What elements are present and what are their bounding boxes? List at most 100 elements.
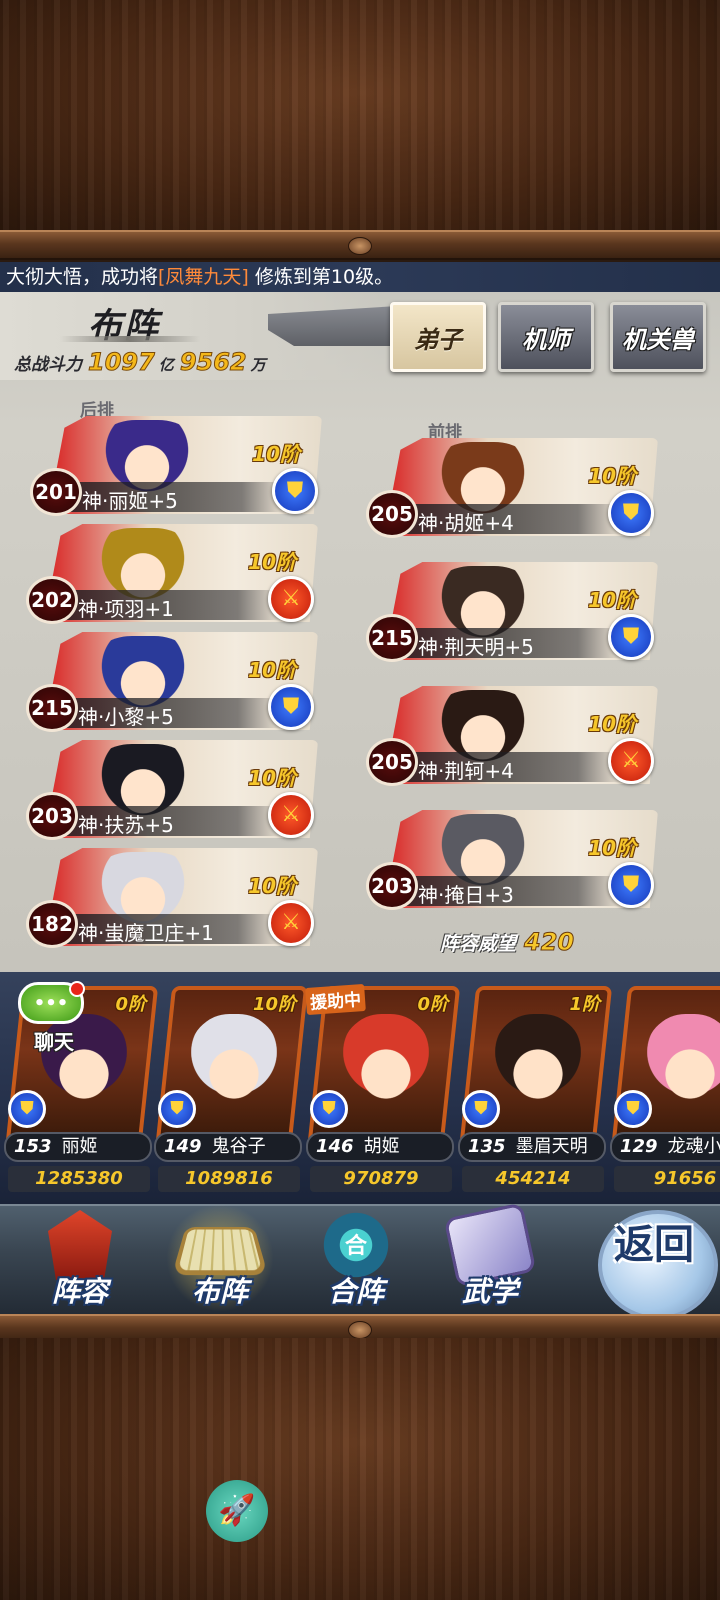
- card-name: 神·蚩魔卫庄+1: [78, 921, 214, 945]
- card-level-badge: 182: [26, 900, 78, 948]
- hero-level: 146: [316, 1136, 354, 1157]
- return-label: 返回: [614, 1222, 694, 1268]
- lineup-prestige: 阵容威望 420: [440, 928, 575, 957]
- hero-portrait: [340, 1014, 432, 1114]
- tab-mechanic[interactable]: 机师: [498, 302, 594, 372]
- card-name: 神·丽姬+5: [82, 489, 178, 513]
- hero-power: 1089816: [158, 1166, 300, 1192]
- nav-martial-arts-button[interactable]: 武学: [430, 1202, 550, 1314]
- card-level-badge: 215: [26, 684, 78, 732]
- hero-level: 153: [14, 1136, 52, 1157]
- total-power-wan: 9562: [179, 348, 247, 377]
- title-underline: [60, 336, 200, 342]
- card-stage: 10阶: [588, 836, 636, 860]
- shield-icon: ⛊: [158, 1090, 196, 1128]
- tab-disciple[interactable]: 弟子: [390, 302, 486, 372]
- chat-label: 聊天: [34, 1030, 74, 1054]
- formation-card-front-4[interactable]: 10阶 神·掩日+3 203 ⛊: [366, 810, 658, 910]
- hero-stage: 10阶: [252, 994, 296, 1015]
- wood-frame-top: [0, 0, 720, 232]
- nav-lineup-button[interactable]: 阵容: [20, 1210, 140, 1314]
- card-level-badge: 205: [366, 738, 418, 786]
- shield-icon: ⛊: [462, 1090, 500, 1128]
- roster-hero-3[interactable]: 0阶 援助中 ⛊ 146 胡姬 970879: [305, 983, 461, 1196]
- shield-icon: ⛊: [268, 684, 314, 730]
- shield-icon: ⛊: [608, 490, 654, 536]
- rocket-icon[interactable]: 🚀: [206, 1480, 268, 1542]
- formation-card-front-3[interactable]: 10阶 神·荆轲+4 205 ⚔: [366, 686, 658, 786]
- formation-card-back-4[interactable]: 10阶 神·扶苏+5 203 ⚔: [26, 740, 318, 840]
- sword-icon: ⚔: [268, 792, 314, 838]
- card-stage: 10阶: [588, 464, 636, 488]
- ticker-prefix: 大彻大悟，成功将: [6, 266, 159, 288]
- nav-combine-button[interactable]: 合阵: [296, 1210, 416, 1314]
- hero-portrait: [492, 1014, 584, 1114]
- shield-icon: ⛊: [310, 1090, 348, 1128]
- assist-badge: 援助中: [305, 983, 366, 1016]
- formation-card-front-1[interactable]: 10阶 神·胡姬+4 205 ⛊: [366, 438, 658, 538]
- card-name: 神·荆天明+5: [418, 635, 534, 659]
- unit-wan: 万: [250, 356, 266, 374]
- card-stage: 10阶: [588, 588, 636, 612]
- hero-name: 墨眉天明: [515, 1136, 588, 1157]
- hero-name: 龙魂小: [667, 1136, 720, 1157]
- hero-portrait: [644, 1014, 720, 1114]
- ticker-suffix: 修炼到第10级。: [254, 266, 394, 288]
- roster-hero-5[interactable]: 1阶 ⛊ 129龙魂小 91656: [610, 986, 720, 1196]
- formation-card-back-3[interactable]: 10阶 神·小黎+5 215 ⛊: [26, 632, 318, 732]
- shield-icon: ⛊: [8, 1090, 46, 1128]
- roster-hero-2[interactable]: 10阶 ⛊ 149 鬼谷子 1089816: [154, 986, 309, 1196]
- announcement-ticker: 大彻大悟，成功将[凤舞九天] 修炼到第10级。: [0, 262, 720, 292]
- chat-bubble-icon: •••: [18, 981, 85, 1024]
- tab-mechanical-beast[interactable]: 机关兽: [610, 302, 706, 372]
- card-level-badge: 201: [30, 468, 82, 516]
- hero-info-bar: 153 丽姬: [4, 1132, 152, 1162]
- rail-knob: [348, 1321, 372, 1339]
- prestige-label: 阵容威望: [440, 933, 517, 955]
- notification-dot-icon: [69, 981, 85, 997]
- card-name: 神·项羽+1: [78, 597, 174, 621]
- nav-formation-button[interactable]: 布阵: [160, 1204, 280, 1314]
- hero-stage: 0阶: [115, 994, 146, 1015]
- hero-name: 胡姬: [363, 1136, 400, 1157]
- hero-portrait: [188, 1014, 280, 1114]
- hero-level: 149: [164, 1136, 202, 1157]
- hero-roster: 0阶 ⛊ 153 丽姬 1285380 10阶 ⛊ 149 鬼谷子 1089816 …: [0, 972, 720, 1204]
- hero-level: 129: [620, 1136, 658, 1157]
- hero-info-bar: 135 墨眉天明: [458, 1132, 606, 1162]
- hero-info-bar: 149 鬼谷子: [154, 1132, 302, 1162]
- return-button[interactable]: 返回: [584, 1210, 720, 1320]
- hero-name: 丽姬: [61, 1136, 98, 1157]
- card-level-badge: 202: [26, 576, 78, 624]
- chat-button[interactable]: ••• 聊天: [8, 981, 86, 1054]
- card-name: 神·小黎+5: [78, 705, 174, 729]
- card-name: 神·荆轲+4: [418, 759, 514, 783]
- wood-frame-bottom: [0, 1338, 720, 1600]
- card-stage: 10阶: [248, 550, 296, 574]
- formation-card-back-5[interactable]: 10阶 神·蚩魔卫庄+1 182 ⚔: [26, 848, 318, 948]
- sword-icon: ⚔: [268, 576, 314, 622]
- roster-hero-4[interactable]: 1阶 ⛊ 135 墨眉天明 454214: [458, 986, 613, 1196]
- card-stage: 10阶: [248, 658, 296, 682]
- rail-knob: [348, 237, 372, 255]
- chessboard-icon: [171, 1226, 269, 1276]
- nav-label: 合阵: [327, 1275, 384, 1308]
- formation-card-back-2[interactable]: 10阶 神·项羽+1 202 ⚔: [26, 524, 318, 624]
- chat-dots: •••: [33, 993, 69, 1014]
- card-name: 神·掩日+3: [418, 883, 514, 907]
- hero-power: 970879: [310, 1166, 452, 1192]
- nav-label: 布阵: [191, 1275, 248, 1308]
- hero-name: 鬼谷子: [211, 1136, 266, 1157]
- card-level-badge: 215: [366, 614, 418, 662]
- formation-card-back-1[interactable]: 10阶 神·丽姬+5 201 ⛊: [30, 416, 322, 516]
- card-stage: 10阶: [252, 442, 300, 466]
- hero-stage: 1阶: [569, 994, 600, 1015]
- hero-power: 91656: [614, 1166, 720, 1192]
- shield-icon: ⛊: [608, 614, 654, 660]
- shield-icon: ⛊: [272, 468, 318, 514]
- formation-card-front-2[interactable]: 10阶 神·荆天明+5 215 ⛊: [366, 562, 658, 662]
- hero-info-bar: 129 龙魂小: [610, 1132, 720, 1162]
- formation-panel: 布阵 总战斗力 1097 亿 9562 万 弟子 机师 机关兽 后排 前排 10阶 神·…: [0, 292, 720, 972]
- card-level-badge: 205: [366, 490, 418, 538]
- nav-label: 武学: [461, 1275, 518, 1308]
